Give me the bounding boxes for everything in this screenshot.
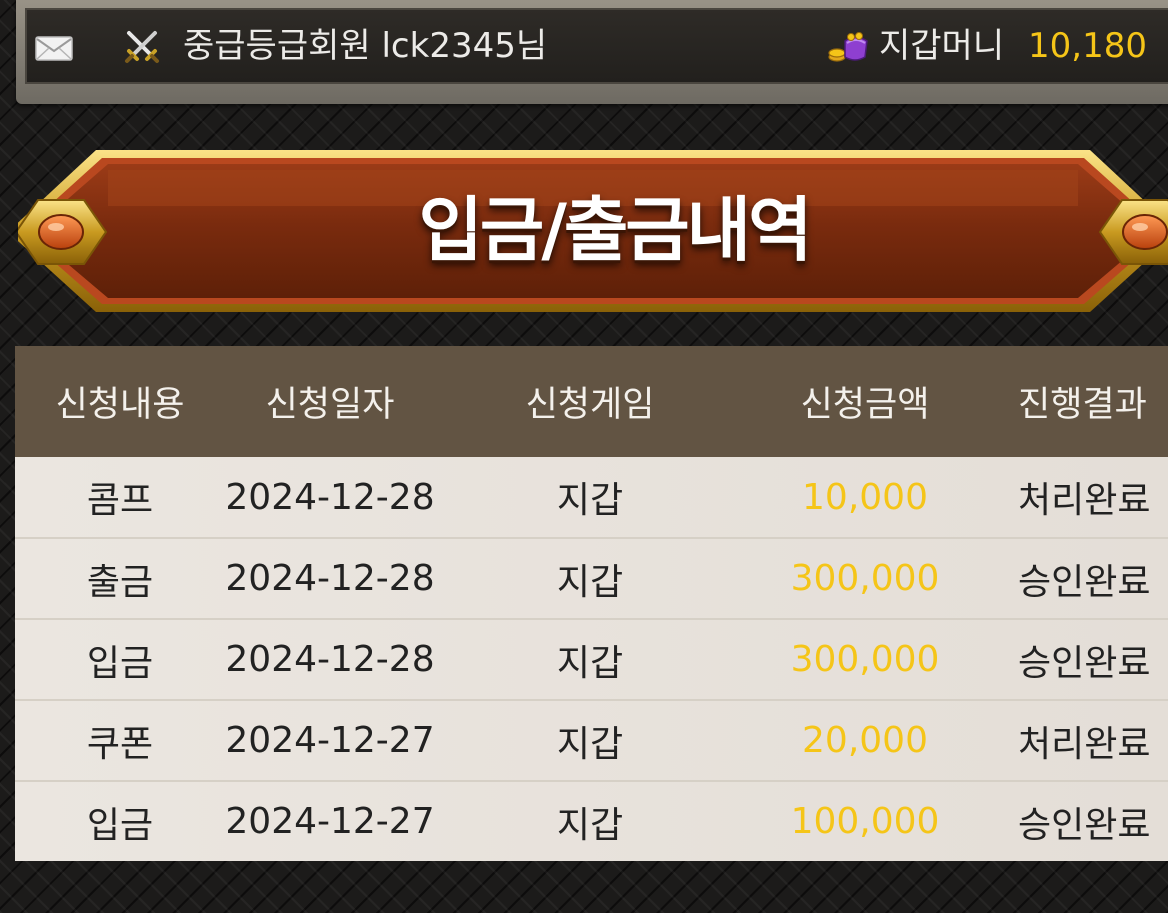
cell-game: 지갑 bbox=[556, 480, 624, 521]
table-row: 콤프 2024-12-28 지갑 10,000 처리완료 bbox=[15, 457, 1168, 537]
cell-date: 2024-12-28 bbox=[225, 558, 435, 599]
cell-result: 처리완료 bbox=[1018, 723, 1151, 765]
cell-result: 처리완료 bbox=[1018, 480, 1151, 521]
page-title: 입금/출금내역 bbox=[418, 189, 813, 271]
cell-date: 2024-12-27 bbox=[225, 801, 435, 842]
wallet-money-value: 10,180 bbox=[1028, 26, 1147, 66]
cell-date: 2024-12-27 bbox=[225, 720, 435, 761]
cell-game: 지갑 bbox=[556, 804, 624, 846]
column-header-date: 신청일자 bbox=[265, 385, 395, 425]
cell-game: 지갑 bbox=[556, 642, 624, 684]
cell-result: 승인완료 bbox=[1018, 642, 1151, 684]
cell-amount: 20,000 bbox=[802, 720, 928, 761]
column-header-result: 진행결과 bbox=[1018, 385, 1147, 425]
cell-amount: 300,000 bbox=[790, 558, 940, 599]
status-bar-panel: 중급등급회원 lck2345님 지갑머니 10,180 bbox=[25, 8, 1168, 84]
table-row: 쿠폰 2024-12-27 지갑 20,000 처리완료 bbox=[15, 699, 1168, 780]
coin-purse-icon bbox=[828, 32, 868, 62]
cell-game: 지갑 bbox=[556, 561, 624, 603]
member-greeting: 중급등급회원 lck2345님 bbox=[183, 26, 548, 66]
column-header-amount: 신청금액 bbox=[800, 385, 930, 425]
cell-date: 2024-12-28 bbox=[225, 639, 435, 680]
cell-type: 콤프 bbox=[86, 480, 154, 521]
cell-date: 2024-12-28 bbox=[225, 476, 435, 518]
cell-result: 승인완료 bbox=[1018, 804, 1151, 846]
cell-type: 입금 bbox=[86, 642, 154, 684]
table-header: 신청내용 신청일자 신청게임 신청금액 진행결과 bbox=[15, 346, 1168, 457]
wallet-money-label: 지갑머니 bbox=[879, 26, 1005, 66]
cell-amount: 100,000 bbox=[790, 801, 940, 842]
mail-icon[interactable] bbox=[35, 34, 73, 62]
cell-amount: 10,000 bbox=[802, 476, 928, 518]
crossed-swords-icon bbox=[125, 31, 159, 63]
title-banner: 입금/출금내역 bbox=[8, 148, 1168, 314]
table-row: 출금 2024-12-28 지갑 300,000 승인완료 bbox=[15, 537, 1168, 618]
transaction-history-table: 신청내용 신청일자 신청게임 신청금액 진행결과 콤프 2024-12-28 지… bbox=[15, 346, 1168, 861]
cell-game: 지갑 bbox=[556, 723, 624, 765]
cell-type: 출금 bbox=[86, 561, 154, 603]
table-row: 입금 2024-12-27 지갑 100,000 승인완료 bbox=[15, 780, 1168, 861]
table-row: 입금 2024-12-28 지갑 300,000 승인완료 bbox=[15, 618, 1168, 699]
cell-type: 입금 bbox=[86, 804, 154, 846]
cell-amount: 300,000 bbox=[790, 639, 940, 680]
column-header-type: 신청내용 bbox=[55, 385, 185, 425]
column-header-game: 신청게임 bbox=[525, 385, 655, 425]
top-status-bar: 중급등급회원 lck2345님 지갑머니 10,180 bbox=[16, 0, 1168, 104]
cell-result: 승인완료 bbox=[1018, 561, 1151, 603]
cell-type: 쿠폰 bbox=[86, 723, 154, 765]
